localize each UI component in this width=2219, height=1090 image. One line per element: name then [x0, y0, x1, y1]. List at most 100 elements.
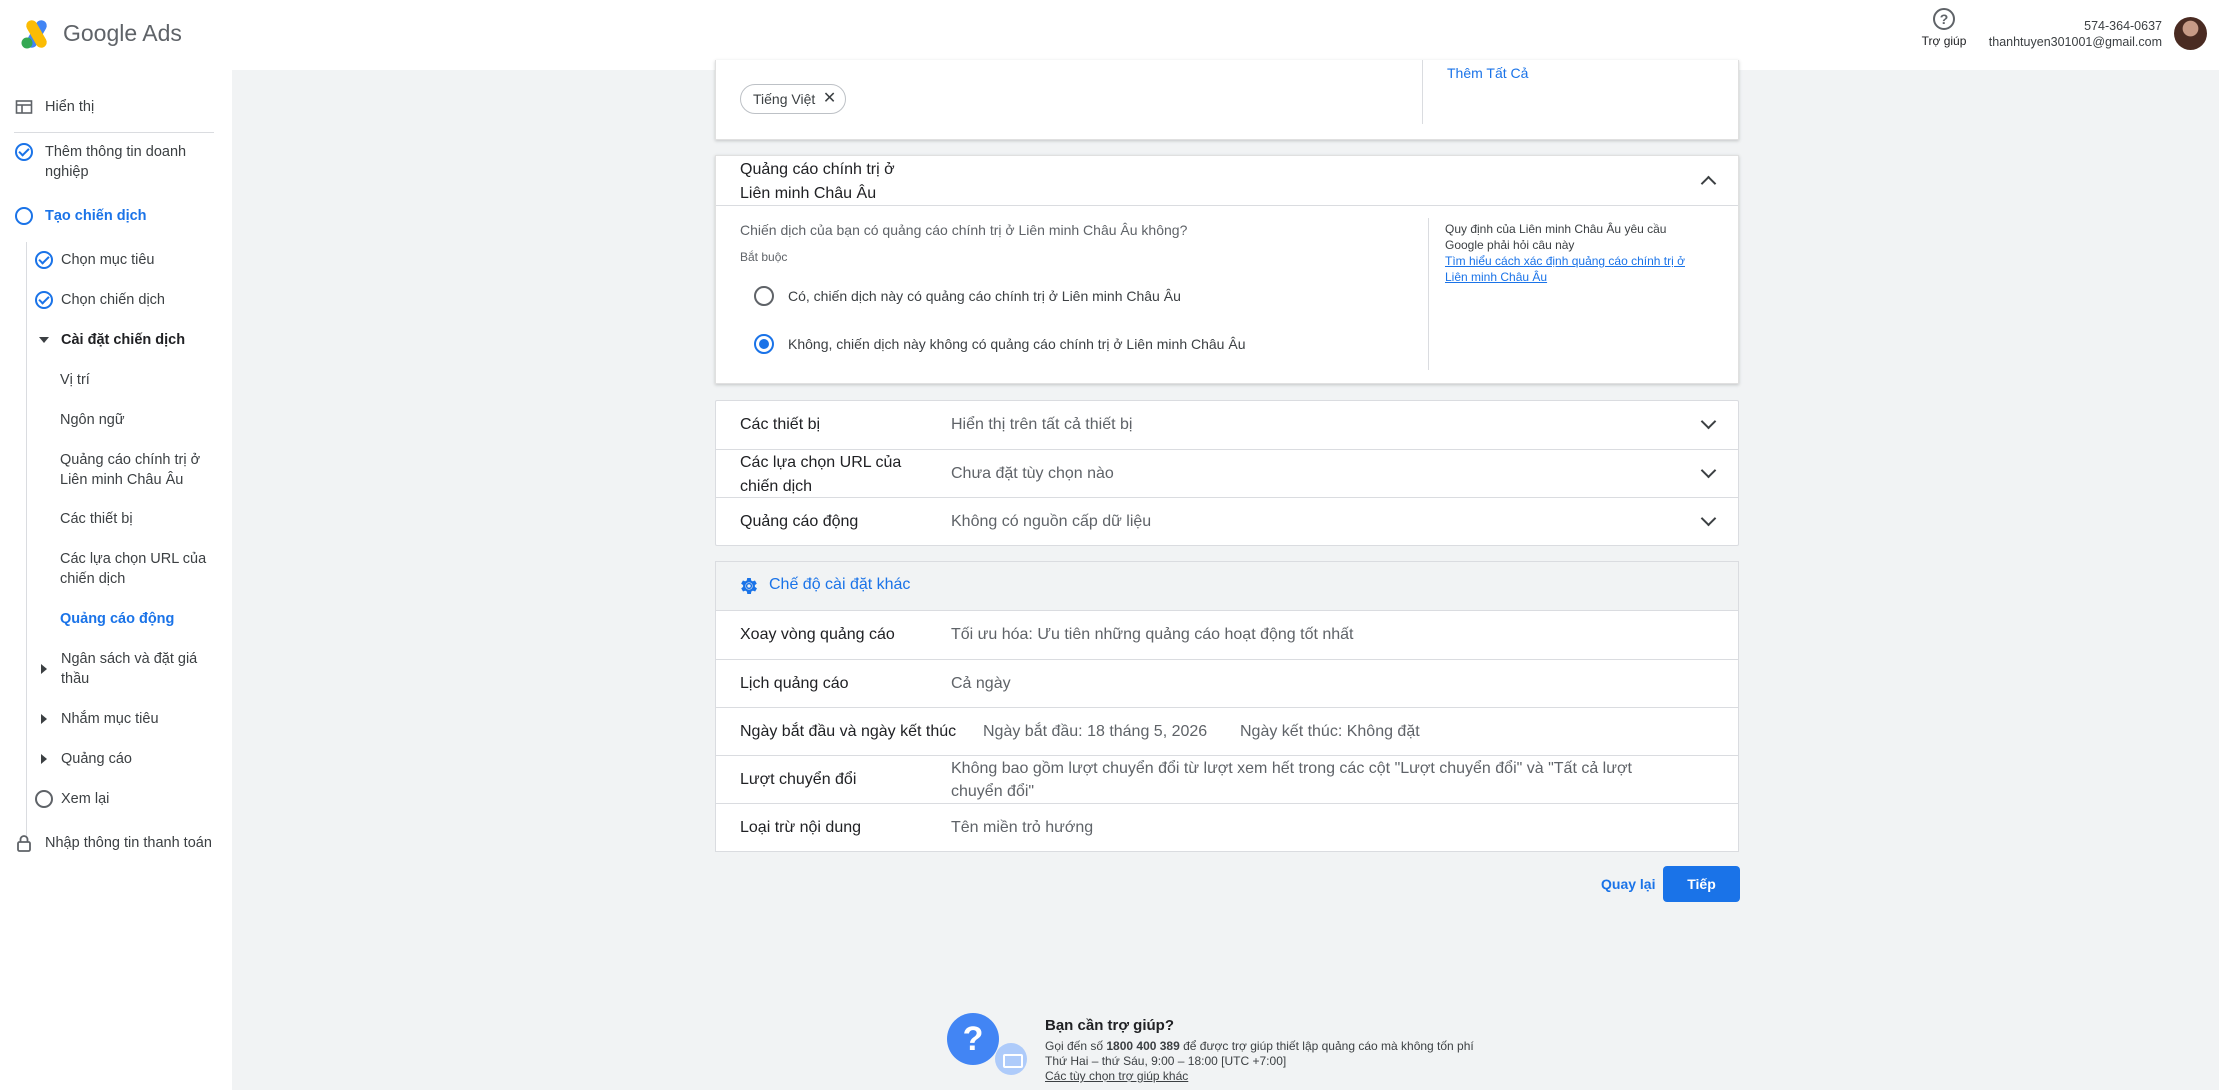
sidebar-item-budget-bidding[interactable]: Ngân sách và đặt giá thầu [35, 649, 215, 689]
sidebar-item-billing[interactable]: Nhập thông tin thanh toán [15, 833, 212, 853]
more-settings-card: Xoay vòng quảng cáo Tối ưu hóa: Ưu tiên … [715, 610, 1739, 852]
sidebar-item-location[interactable]: Vị trí [60, 370, 90, 390]
content-exclusion-row[interactable]: Loại trừ nội dung Tên miền trỏ hướng [716, 803, 1738, 852]
sidebar-item-label: Quảng cáo chính trị ở Liên minh Châu Âu [60, 452, 201, 488]
sidebar-item-label: Chọn mục tiêu [61, 252, 155, 268]
row-label: Ngày bắt đầu và ngày kết thúc [740, 723, 957, 740]
row-value: Không có nguồn cấp dữ liệu [951, 513, 1152, 530]
check-circle-icon [15, 143, 33, 161]
other-help-link[interactable]: Các tùy chọn trợ giúp khác [1045, 1069, 1188, 1083]
sidebar-item-label: Nhập thông tin thanh toán [45, 835, 212, 851]
sidebar-item-business-info[interactable]: Thêm thông tin doanh nghiệp [15, 142, 215, 182]
question-text: Chiến dịch của bạn có quảng cáo chính tr… [740, 222, 1188, 238]
help-hours: Thứ Hai – thứ Sáu, 9:00 – 18:00 [UTC +7:… [1045, 1054, 1287, 1068]
sidebar-item-label: Cài đặt chiến dịch [61, 332, 186, 348]
sidebar-item-targeting[interactable]: Nhắm mục tiêu [35, 709, 159, 729]
help-call-line: Gọi đến số 1800 400 389 để được trợ giúp… [1045, 1039, 1474, 1053]
caret-down-icon [35, 331, 53, 349]
question-icon: ? [1933, 8, 1955, 30]
devices-row[interactable]: Các thiết bị Hiển thị trên tất cả thiết … [716, 401, 1738, 449]
sidebar: Hiển thị Thêm thông tin doanh nghiệp Tạo… [0, 70, 232, 1090]
card-title: Quảng cáo chính trị ở Liên minh Châu Âu [740, 158, 895, 206]
sidebar-item-create-campaign[interactable]: Tạo chiến dịch [15, 206, 147, 226]
sidebar-item-ads[interactable]: Quảng cáo [35, 749, 132, 769]
keyboard-bubble-icon [995, 1043, 1027, 1075]
divider [14, 132, 214, 133]
more-settings-title: Chế độ cài đặt khác [769, 576, 911, 593]
close-icon[interactable]: ✕ [823, 85, 836, 113]
sidebar-item-label: Xem lại [61, 791, 110, 807]
dates-row[interactable]: Ngày bắt đầu và ngày kết thúc Ngày bắt đ… [716, 707, 1738, 755]
google-ads-logo-icon[interactable] [20, 18, 54, 50]
add-all-link[interactable]: Thêm Tất Cả [1447, 65, 1528, 81]
ad-schedule-row[interactable]: Lịch quảng cáo Cả ngày [716, 659, 1738, 707]
option-yes-label[interactable]: Có, chiến dịch này có quảng cáo chính tr… [788, 288, 1181, 304]
row-label: Các thiết bị [740, 416, 821, 433]
row-value: Tên miền trỏ hướng [951, 819, 1094, 836]
step-connector [26, 242, 27, 838]
sidebar-item-label: Quảng cáo động [60, 611, 175, 627]
sidebar-item-display[interactable]: Hiển thị [15, 97, 94, 117]
caret-right-icon [35, 710, 53, 728]
sidebar-item-label: Quảng cáo [61, 751, 132, 767]
help-button[interactable]: ? Trợ giúp [1916, 8, 1972, 48]
row-label: Xoay vòng quảng cáo [740, 626, 895, 643]
sidebar-item-choose-campaign[interactable]: Chọn chiến dịch [35, 290, 165, 310]
gear-icon [741, 578, 757, 594]
language-chip[interactable]: Tiếng Việt ✕ [740, 84, 847, 114]
call-prefix: Gọi đến số [1045, 1039, 1107, 1053]
chevron-down-icon [1700, 413, 1717, 430]
label-line: chiến dịch [740, 478, 813, 495]
more-settings-header[interactable]: Chế độ cài đặt khác [715, 561, 1739, 611]
url-options-row[interactable]: Các lựa chọn URL của chiến dịch Chưa đặt… [716, 449, 1738, 497]
sidebar-item-label: Các lựa chọn URL của chiến dịch [60, 551, 207, 587]
question-bubble-icon: ? [947, 1013, 999, 1065]
row-label: Lượt chuyển đổi [740, 771, 857, 788]
learn-more-link[interactable]: Tìm hiểu cách xác định quảng cáo chính t… [1445, 253, 1705, 285]
next-button[interactable]: Tiếp [1663, 866, 1740, 902]
back-button[interactable]: Quay lại [1601, 876, 1655, 892]
row-label: Loại trừ nội dung [740, 819, 862, 836]
dynamic-ads-row[interactable]: Quảng cáo động Không có nguồn cấp dữ liệ… [716, 497, 1738, 546]
account-email: thanhtuyen301001@gmail.com [1988, 35, 2162, 49]
row-label: Quảng cáo động [740, 513, 859, 530]
account-info[interactable]: 574-364-0637 thanhtuyen301001@gmail.com [1989, 18, 2162, 50]
chevron-up-icon[interactable] [1700, 175, 1717, 192]
layout-icon [15, 98, 33, 116]
start-date: Ngày bắt đầu: 18 tháng 5, 2026 [983, 723, 1208, 740]
radio-no[interactable] [754, 334, 774, 354]
row-label: Các lựa chọn URL của chiến dịch [740, 451, 901, 499]
sidebar-item-campaign-settings[interactable]: Cài đặt chiến dịch [35, 330, 185, 350]
sidebar-item-label: Hiển thị [45, 99, 95, 115]
sidebar-item-language[interactable]: Ngôn ngữ [60, 410, 125, 430]
sidebar-item-choose-goal[interactable]: Chọn mục tiêu [35, 250, 155, 270]
sidebar-item-url-options[interactable]: Các lựa chọn URL của chiến dịch [60, 549, 210, 589]
sidebar-item-label: Thêm thông tin doanh nghiệp [45, 144, 187, 180]
chip-label: Tiếng Việt [753, 91, 816, 107]
circle-icon [15, 207, 33, 225]
row-value: Chưa đặt tùy chọn nào [951, 465, 1114, 482]
conversions-row[interactable]: Lượt chuyển đổi Không bao gồm lượt chuyể… [716, 755, 1738, 803]
sidebar-item-eu-political-ads[interactable]: Quảng cáo chính trị ở Liên minh Châu Âu [60, 450, 210, 490]
title-line: Quảng cáo chính trị ở [740, 161, 895, 178]
sidebar-item-dynamic-ads[interactable]: Quảng cáo động [60, 609, 174, 629]
sidebar-item-review[interactable]: Xem lại [35, 789, 109, 809]
divider [716, 205, 1738, 206]
check-circle-icon [35, 251, 53, 269]
sidebar-item-devices[interactable]: Các thiết bị [60, 509, 133, 529]
ad-rotation-row[interactable]: Xoay vòng quảng cáo Tối ưu hóa: Ưu tiên … [716, 611, 1738, 659]
avatar[interactable] [2174, 17, 2207, 50]
row-value: Tối ưu hóa: Ưu tiên những quảng cáo hoạt… [951, 626, 1354, 643]
settings-card: Các thiết bị Hiển thị trên tất cả thiết … [715, 400, 1739, 546]
chevron-down-icon [1700, 462, 1717, 479]
eu-political-ads-card: Quảng cáo chính trị ở Liên minh Châu Âu … [715, 155, 1739, 384]
sidebar-item-label: Nhắm mục tiêu [61, 711, 159, 727]
radio-yes[interactable] [754, 286, 774, 306]
title-line: Liên minh Châu Âu [740, 185, 877, 202]
sidebar-item-label: Ngôn ngữ [60, 412, 125, 428]
call-suffix: để được trợ giúp thiết lập quảng cáo mà … [1179, 1039, 1474, 1053]
help-title: Bạn cần trợ giúp? [1045, 1017, 1175, 1034]
brand-name[interactable]: Google Ads [63, 20, 182, 47]
value-line: chuyển đổi" [951, 783, 1035, 800]
option-no-label[interactable]: Không, chiến dịch này không có quảng cáo… [788, 336, 1245, 352]
